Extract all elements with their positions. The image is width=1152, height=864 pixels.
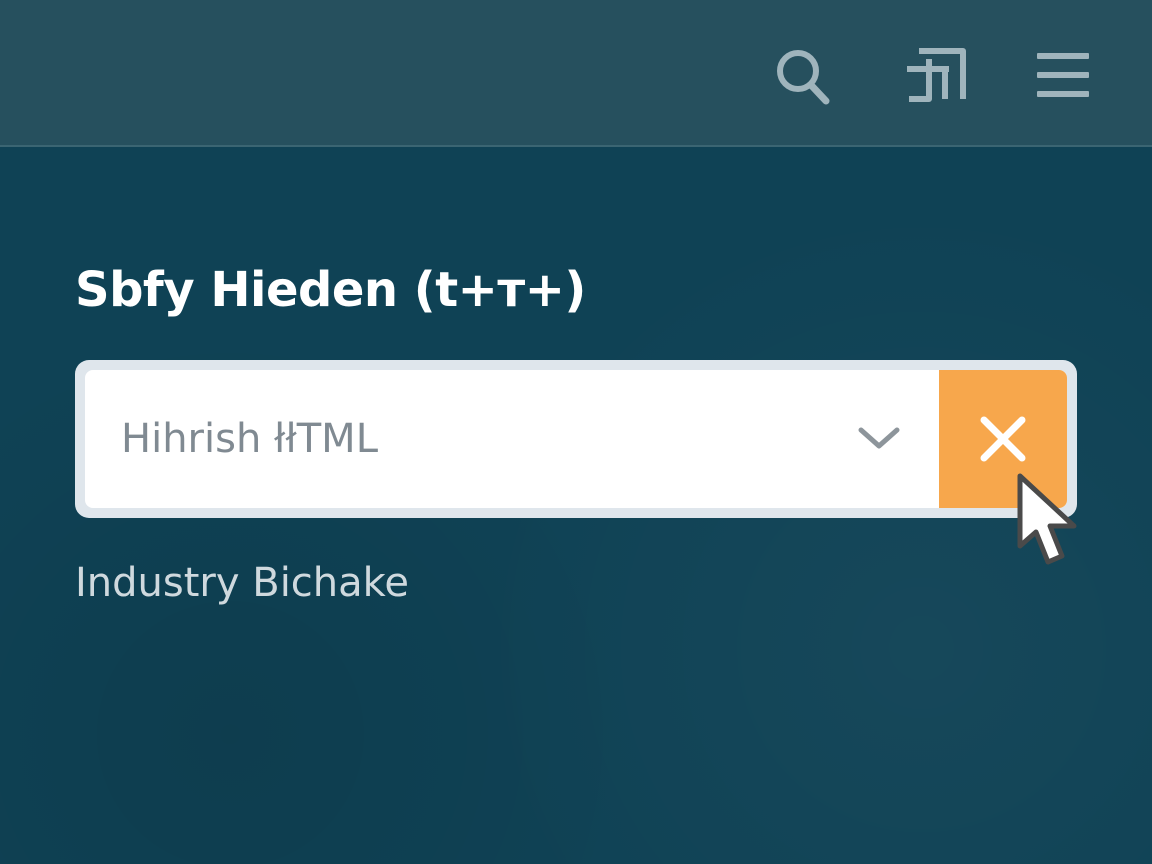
clear-button[interactable]	[939, 370, 1067, 508]
hamburger-menu-icon	[1037, 53, 1089, 97]
search-button[interactable]	[770, 43, 834, 107]
pin-grid-icon	[907, 48, 966, 102]
pin-grid-button[interactable]	[903, 43, 967, 107]
combobox[interactable]: Hihrish łłTML	[75, 360, 1077, 518]
search-icon	[777, 50, 830, 105]
combobox-value: Hihrish łłTML	[121, 416, 378, 462]
menu-button[interactable]	[1031, 43, 1095, 107]
subtitle-text: Industry Bichake	[75, 560, 410, 606]
close-icon	[980, 416, 1026, 462]
page-title: Sbfy Hieden (t+т+)	[75, 262, 586, 318]
chevron-down-icon[interactable]	[855, 424, 903, 454]
combobox-field[interactable]: Hihrish łłTML	[85, 370, 1067, 508]
top-app-bar	[0, 0, 1152, 147]
